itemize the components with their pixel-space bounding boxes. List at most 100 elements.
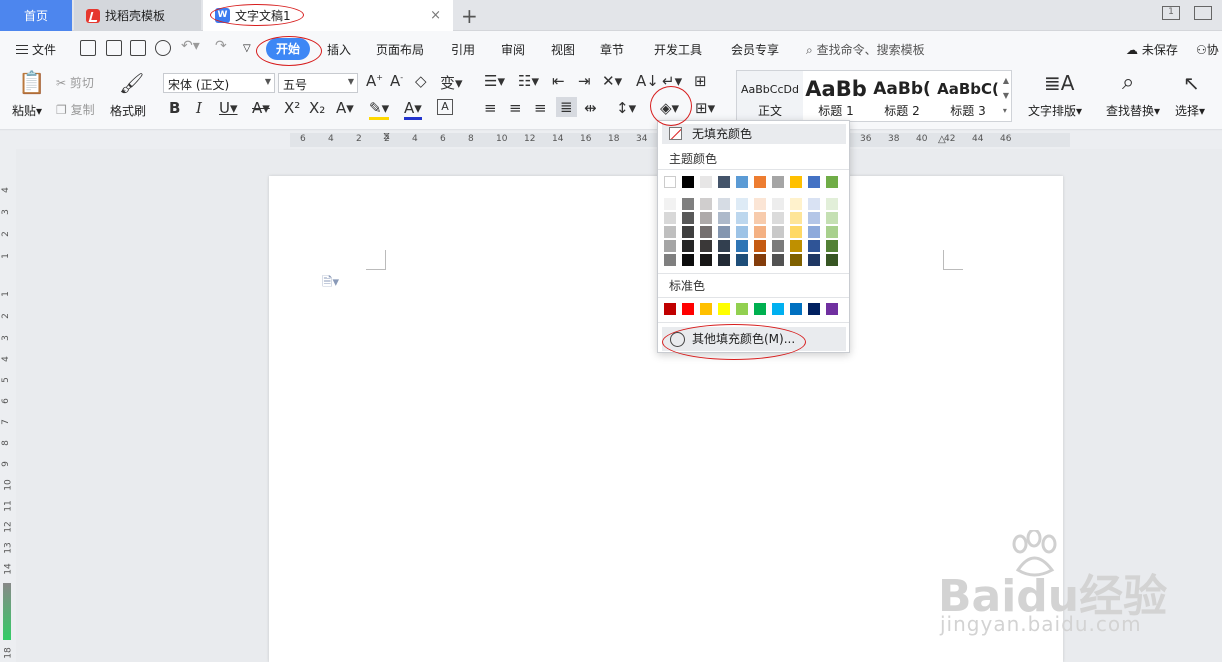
tab-page-layout[interactable]: 页面布局: [376, 41, 424, 58]
line-spacing-icon[interactable]: ↕▾: [616, 99, 636, 117]
font-color-icon[interactable]: A▾: [404, 99, 422, 120]
increase-indent-icon[interactable]: ⇥: [578, 72, 591, 90]
color-swatch[interactable]: [808, 254, 820, 266]
color-swatch[interactable]: [826, 212, 838, 224]
color-swatch[interactable]: [754, 254, 766, 266]
color-swatch[interactable]: [736, 303, 748, 315]
color-swatch[interactable]: [718, 303, 730, 315]
color-swatch[interactable]: [790, 198, 802, 210]
color-swatch[interactable]: [826, 303, 838, 315]
subscript-icon[interactable]: X₂: [309, 99, 325, 117]
find-replace-button[interactable]: 查找替换▾: [1106, 102, 1160, 119]
copy-button[interactable]: ❐ 复制: [56, 101, 95, 118]
style-heading-2[interactable]: AaBb( 标题 2: [869, 71, 935, 121]
no-fill-option[interactable]: 无填充颜色: [662, 124, 846, 144]
file-menu-button[interactable]: 文件: [16, 41, 56, 58]
find-icon[interactable]: ⌕: [1122, 70, 1134, 95]
color-swatch[interactable]: [772, 254, 784, 266]
color-swatch[interactable]: [826, 254, 838, 266]
color-swatch[interactable]: [700, 254, 712, 266]
color-swatch[interactable]: [664, 176, 676, 188]
tab-view[interactable]: 视图: [551, 41, 575, 58]
right-indent-marker-icon[interactable]: △: [938, 134, 946, 145]
color-swatch[interactable]: [682, 226, 694, 238]
color-swatch[interactable]: [754, 226, 766, 238]
paste-button[interactable]: 粘贴▾: [12, 102, 42, 119]
color-swatch[interactable]: [772, 303, 784, 315]
save-icon[interactable]: [80, 40, 96, 56]
font-size-select[interactable]: 五号 ▼: [278, 73, 358, 93]
color-swatch[interactable]: [790, 240, 802, 252]
text-layout-icon[interactable]: ≣A: [1044, 71, 1074, 95]
color-swatch[interactable]: [682, 254, 694, 266]
color-swatch[interactable]: [718, 176, 730, 188]
color-swatch[interactable]: [826, 176, 838, 188]
phonetic-icon[interactable]: 变▾: [440, 72, 463, 93]
unsaved-status[interactable]: ☁ 未保存: [1126, 41, 1178, 58]
color-swatch[interactable]: [664, 240, 676, 252]
color-swatch[interactable]: [772, 226, 784, 238]
shrink-font-icon[interactable]: A-: [390, 72, 403, 90]
tab-insert[interactable]: 插入: [327, 41, 351, 58]
clipboard-icon[interactable]: 📋: [18, 71, 45, 96]
color-swatch[interactable]: [682, 176, 694, 188]
color-swatch[interactable]: [826, 198, 838, 210]
tab-developer[interactable]: 开发工具: [654, 41, 702, 58]
print-preview-icon[interactable]: [155, 40, 171, 56]
color-swatch[interactable]: [808, 198, 820, 210]
color-swatch[interactable]: [664, 303, 676, 315]
export-icon[interactable]: [106, 40, 122, 56]
format-painter-button[interactable]: 格式刷: [110, 102, 146, 119]
borders-icon[interactable]: ⊞▾: [695, 99, 715, 117]
style-heading-3[interactable]: AaBbC( 标题 3: [935, 71, 1001, 121]
color-swatch[interactable]: [736, 226, 748, 238]
color-swatch[interactable]: [682, 240, 694, 252]
color-swatch[interactable]: [790, 254, 802, 266]
color-swatch[interactable]: [772, 176, 784, 188]
color-swatch[interactable]: [790, 212, 802, 224]
grow-font-icon[interactable]: A+: [366, 72, 383, 90]
color-swatch[interactable]: [718, 254, 730, 266]
select-cursor-icon[interactable]: ↖: [1183, 71, 1200, 95]
tab-docer-templates[interactable]: 找稻壳模板: [74, 0, 201, 31]
color-swatch[interactable]: [754, 198, 766, 210]
window-grid-icon[interactable]: [1194, 6, 1212, 20]
style-normal[interactable]: AaBbCcDd 正文: [737, 71, 803, 121]
distributed-align-icon[interactable]: ⇹: [584, 99, 597, 117]
justify-icon[interactable]: ≣: [556, 97, 577, 117]
strikethrough-icon[interactable]: A▾: [252, 99, 270, 117]
sort-icon[interactable]: A↓: [636, 72, 659, 90]
color-swatch[interactable]: [772, 212, 784, 224]
style-scroll-icon[interactable]: ▲ ▼ ▾: [1003, 73, 1009, 118]
color-swatch[interactable]: [682, 212, 694, 224]
style-heading-1[interactable]: AaBb 标题 1: [803, 71, 869, 121]
color-swatch[interactable]: [790, 176, 802, 188]
tab-home[interactable]: 首页: [0, 0, 72, 31]
color-swatch[interactable]: [790, 226, 802, 238]
color-swatch[interactable]: [772, 198, 784, 210]
color-swatch[interactable]: [682, 303, 694, 315]
color-swatch[interactable]: [736, 240, 748, 252]
tab-review[interactable]: 审阅: [501, 41, 525, 58]
color-swatch[interactable]: [718, 226, 730, 238]
undo-icon[interactable]: ↶▾: [181, 38, 200, 54]
cut-button[interactable]: ✂ 剪切: [56, 74, 94, 91]
color-swatch[interactable]: [772, 240, 784, 252]
color-swatch[interactable]: [700, 212, 712, 224]
highlight-icon[interactable]: ✎▾: [369, 99, 390, 120]
color-swatch[interactable]: [808, 212, 820, 224]
color-swatch[interactable]: [754, 303, 766, 315]
quick-access-dropdown-icon[interactable]: ▽: [243, 43, 251, 54]
underline-icon[interactable]: U▾: [219, 99, 238, 117]
indent-marker-icon[interactable]: ⧖: [383, 131, 390, 142]
color-swatch[interactable]: [664, 226, 676, 238]
text-effect-icon[interactable]: A▾: [336, 99, 354, 117]
align-center-icon[interactable]: ≡: [509, 99, 522, 117]
color-swatch[interactable]: [754, 240, 766, 252]
color-swatch[interactable]: [736, 212, 748, 224]
color-swatch[interactable]: [718, 240, 730, 252]
decrease-indent-icon[interactable]: ⇤: [552, 72, 565, 90]
color-swatch[interactable]: [718, 212, 730, 224]
color-swatch[interactable]: [664, 212, 676, 224]
color-swatch[interactable]: [808, 226, 820, 238]
